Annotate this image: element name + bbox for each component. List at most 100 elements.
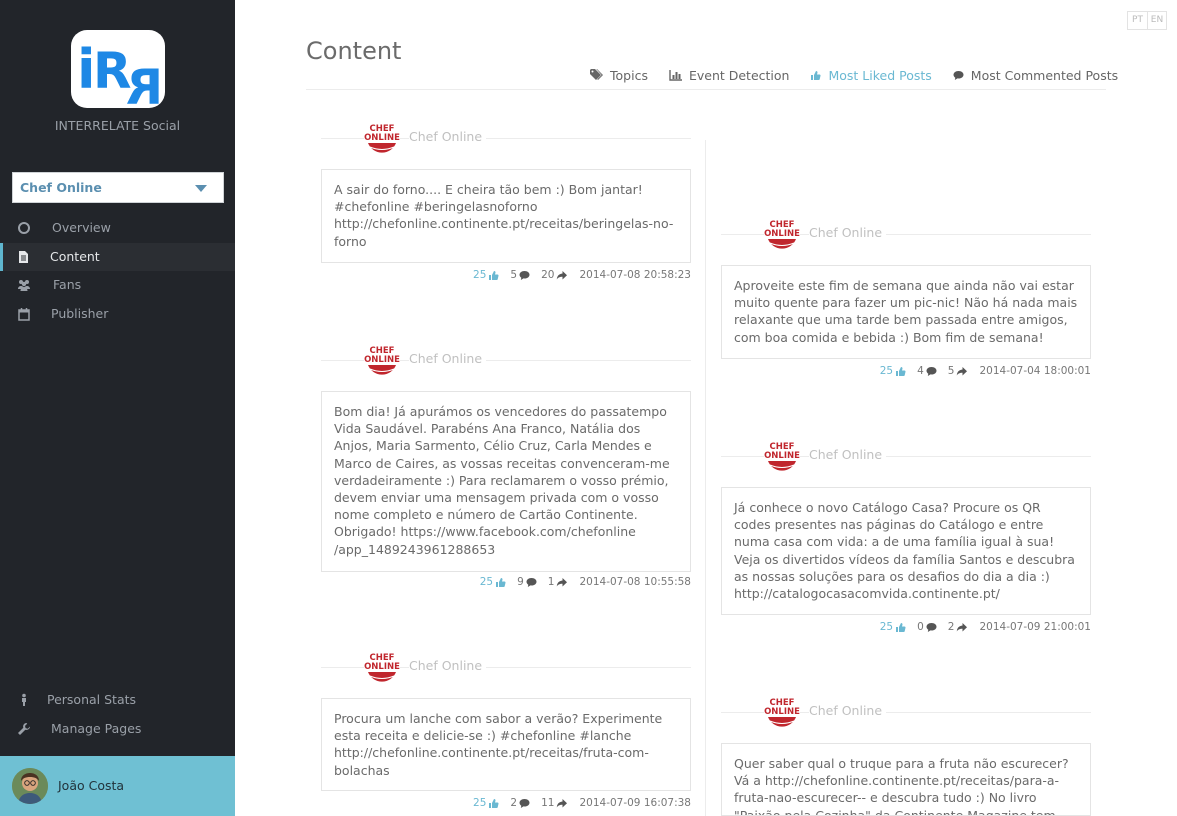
share-icon [557, 577, 568, 586]
language-switcher: PT EN [1127, 11, 1167, 30]
share-icon [957, 622, 968, 631]
person-icon [22, 693, 26, 706]
thumbs-up-icon [896, 366, 906, 376]
irr-logo[interactable]: i R R [69, 26, 167, 116]
chef-online-logo[interactable] [764, 437, 800, 473]
comment-count: 9 [517, 576, 524, 588]
sidebar-item-label: Content [50, 249, 100, 264]
post-item: Chef Online A sair do forno.... E cheira… [321, 119, 691, 281]
sidebar-item-overview[interactable]: Overview [0, 214, 235, 242]
thumbs-up-icon [489, 798, 499, 808]
share-icon [557, 798, 568, 807]
post-card[interactable]: Já conhece o novo Catálogo Casa? Procure… [721, 487, 1091, 615]
chef-online-logo[interactable] [364, 648, 400, 684]
like-count: 25 [473, 797, 487, 809]
tab-label: Event Detection [688, 67, 790, 83]
sidebar-item-manage-pages[interactable]: Manage Pages [0, 715, 235, 743]
post-card[interactable]: Bom dia! Já apurámos os vencedores do pa… [321, 391, 691, 572]
share-count: 2 [947, 621, 955, 633]
comment-count: 4 [917, 365, 924, 377]
post-item: Chef Online Aproveite este fim de semana… [721, 215, 1091, 377]
comment-count: 0 [917, 621, 924, 633]
post-author[interactable]: Chef Online [409, 129, 487, 144]
sidebar-item-content[interactable]: Content [0, 243, 235, 271]
post-date: 2014-07-09 16:07:38 [579, 797, 691, 809]
chef-online-logo[interactable] [364, 119, 400, 155]
post-card[interactable]: Procura um lanche com sabor a verão? Exp… [321, 698, 691, 791]
tab-label: Most Commented Posts [970, 67, 1119, 83]
post-date: 2014-07-08 20:58:23 [579, 269, 691, 281]
thumbs-up-icon [489, 270, 499, 280]
post-stats: 25 4 5 2014-07-04 18:00:01 [880, 365, 1091, 377]
users-icon [18, 280, 30, 291]
share-count: 11 [541, 797, 555, 809]
wrench-icon [18, 723, 30, 735]
chef-online-logo[interactable] [764, 215, 800, 251]
share-count: 20 [541, 269, 555, 281]
calendar-icon [18, 308, 30, 321]
sidebar-item-label: Publisher [51, 306, 109, 321]
sidebar-item-fans[interactable]: Fans [0, 271, 235, 299]
sidebar-item-publisher[interactable]: Publisher [0, 300, 235, 328]
tab-most-liked-posts[interactable]: Most Liked Posts [810, 66, 932, 84]
comment-icon [519, 270, 530, 280]
tab-most-commented-posts[interactable]: Most Commented Posts [953, 66, 1118, 84]
post-author[interactable]: Chef Online [809, 447, 887, 462]
post-stats: 25 2 11 2014-07-09 16:07:38 [473, 797, 691, 809]
post-author[interactable]: Chef Online [409, 658, 487, 673]
post-author[interactable]: Chef Online [409, 351, 487, 366]
comment-icon [926, 622, 937, 632]
thumbs-up-icon [896, 622, 906, 632]
like-count: 25 [473, 269, 487, 281]
like-count: 25 [879, 621, 894, 633]
post-text: Quer saber qual o truque para a fruta nã… [734, 756, 1069, 816]
comment-icon [526, 577, 537, 587]
post-author[interactable]: Chef Online [809, 703, 887, 718]
svg-text:R: R [126, 60, 163, 110]
lang-en-button[interactable]: EN [1147, 12, 1166, 29]
tab-event-detection[interactable]: Event Detection [669, 66, 790, 84]
page-title: Content [306, 37, 402, 65]
tags-icon [590, 69, 603, 80]
comment-count: 2 [510, 797, 518, 809]
page-select-value: Chef Online [20, 180, 102, 195]
app-name: INTERRELATE Social [54, 118, 181, 133]
comment-count: 5 [510, 269, 518, 281]
sidebar-item-personal-stats[interactable]: Personal Stats [0, 686, 235, 714]
page-select-dropdown[interactable]: Chef Online [12, 172, 224, 203]
thumbs-up-icon [496, 577, 506, 587]
post-stats: 25 5 20 2014-07-08 20:58:23 [473, 269, 691, 281]
like-count: 25 [479, 576, 494, 588]
post-date: 2014-07-04 18:00:01 [979, 365, 1091, 377]
post-text: Procura um lanche com sabor a verão? Exp… [334, 711, 663, 778]
share-count: 5 [947, 365, 955, 377]
post-item: Chef Online Bom dia! Já apurámos os venc… [321, 341, 691, 588]
lang-pt-button[interactable]: PT [1128, 12, 1147, 29]
user-bar[interactable]: João Costa [0, 756, 235, 816]
comment-icon [519, 798, 530, 808]
header-divider [306, 89, 1106, 90]
sidebar-item-label: Overview [52, 220, 111, 235]
post-card[interactable]: A sair do forno.... E cheira tão bem :) … [321, 169, 691, 263]
post-card[interactable]: Quer saber qual o truque para a fruta nã… [721, 743, 1091, 816]
like-count: 25 [879, 365, 894, 377]
svg-text:R: R [93, 42, 132, 100]
post-author[interactable]: Chef Online [809, 225, 887, 240]
tab-topics[interactable]: Topics [590, 66, 648, 84]
comment-icon [953, 70, 964, 80]
post-card[interactable]: Aproveite este fim de semana que ainda n… [721, 265, 1091, 359]
post-text: Aproveite este fim de semana que ainda n… [734, 278, 1078, 345]
chef-online-logo[interactable] [764, 693, 800, 729]
chevron-down-icon [195, 185, 207, 192]
circle-icon [18, 222, 30, 234]
document-icon [19, 251, 28, 263]
post-stats: 25 0 2 2014-07-09 21:00:01 [880, 621, 1091, 633]
post-date: 2014-07-08 10:55:58 [579, 576, 691, 588]
tab-label: Topics [610, 67, 648, 83]
bar-chart-icon [669, 70, 682, 81]
timeline-divider [705, 140, 706, 816]
post-item: Chef Online Já conhece o novo Catálogo C… [721, 437, 1091, 633]
tab-label: Most Liked Posts [828, 67, 932, 83]
avatar[interactable] [12, 768, 48, 804]
chef-online-logo[interactable] [364, 341, 400, 377]
